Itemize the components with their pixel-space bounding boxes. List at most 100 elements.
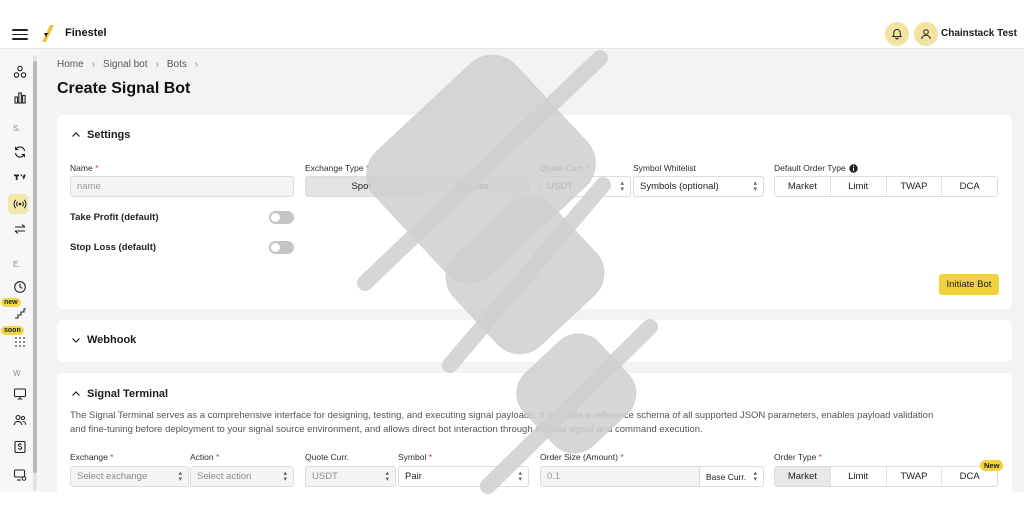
order-type-market[interactable]: Market: [775, 177, 831, 196]
settings-card: Settings Name * name Exchange Type * Spo…: [57, 115, 1012, 309]
users-icon[interactable]: [12, 412, 28, 428]
breadcrumb: Home › Signal bot › Bots ›: [57, 59, 206, 70]
initiate-bot-button[interactable]: Initiate Bot: [939, 274, 999, 295]
chevron-right-icon: ›: [155, 59, 159, 70]
sync-icon[interactable]: [12, 144, 28, 160]
exchange-type-futures[interactable]: Futures: [417, 177, 528, 196]
stairs-icon[interactable]: [12, 305, 28, 321]
select-arrows-icon: ▴ ▾: [753, 179, 757, 193]
exchange-type-spot[interactable]: Spot: [306, 177, 418, 196]
default-order-type-toggle: Market Limit TWAP DCA: [774, 176, 998, 197]
take-profit-toggle[interactable]: [269, 211, 294, 224]
signal-terminal-title: Signal Terminal: [87, 388, 169, 400]
terminal-symbol-value: Pair: [405, 471, 422, 482]
bell-icon: [891, 28, 903, 40]
terminal-quote-value: USDT: [312, 471, 338, 482]
terminal-symbol-select[interactable]: Pair ▴ ▾: [398, 466, 529, 487]
select-arrows-icon: ▴ ▾: [178, 469, 182, 483]
quote-currency-label: Quote Curr. *: [540, 163, 590, 173]
main-content: Home › Signal bot › Bots › Create Signal…: [40, 49, 1024, 492]
terminal-order-type-toggle: Market Limit TWAP DCA: [774, 466, 998, 487]
settings-header[interactable]: Settings: [71, 129, 130, 141]
user-name[interactable]: Chainstack Test: [941, 28, 1017, 39]
finestel-logo: [42, 25, 54, 42]
terminal-quote-select[interactable]: USDT ▴ ▾: [305, 466, 396, 487]
base-currency-value: Base Curr.: [706, 471, 747, 482]
breadcrumb-home[interactable]: Home: [57, 59, 84, 70]
page-title: Create Signal Bot: [57, 80, 191, 97]
brand-name: Finestel: [65, 27, 107, 39]
chevron-down-icon: [72, 338, 80, 343]
sidebar-section-label: E.: [13, 260, 21, 269]
menu-icon[interactable]: [12, 26, 28, 40]
monitor-settings-icon[interactable]: [12, 467, 28, 483]
terminal-order-type-twap[interactable]: TWAP: [886, 467, 943, 486]
chevron-up-icon: [72, 391, 80, 396]
webhook-card: Webhook: [57, 320, 1012, 362]
sidebar: S. E. new soon W: [0, 49, 40, 492]
app-frame: Finestel Chainstack Test S. E. new soon …: [0, 18, 1024, 492]
terminal-symbol-label: Symbol *: [398, 452, 433, 462]
terminal-quote-label: Quote Curr.: [305, 452, 349, 462]
transfer-icon[interactable]: [12, 221, 28, 237]
signal-terminal-description: The Signal Terminal serves as a comprehe…: [70, 410, 934, 435]
nodes-icon[interactable]: [12, 64, 28, 80]
select-arrows-icon: ▴ ▾: [385, 469, 389, 483]
settings-title: Settings: [87, 129, 131, 141]
monitor-icon[interactable]: [12, 386, 28, 402]
grid-icon[interactable]: [12, 333, 28, 349]
chevron-up-icon: [72, 132, 80, 137]
stop-loss-label: Stop Loss (default): [70, 242, 157, 253]
breadcrumb-signal-bot[interactable]: Signal bot: [103, 59, 147, 70]
dollar-icon[interactable]: [12, 439, 28, 455]
webhook-title: Webhook: [87, 334, 137, 346]
symbol-whitelist-select[interactable]: Symbols (optional) ▴ ▾: [633, 176, 764, 197]
select-arrows-icon: ▴ ▾: [753, 469, 757, 483]
sidebar-section-label: W: [13, 369, 21, 378]
terminal-action-select[interactable]: Select action ▴ ▾: [190, 466, 294, 487]
base-currency-select[interactable]: Base Curr. ▴ ▾: [699, 466, 764, 487]
chevron-right-icon: ›: [91, 59, 96, 70]
top-bar: Finestel Chainstack Test: [0, 18, 1024, 49]
name-input[interactable]: name: [70, 176, 294, 197]
sidebar-scrollbar[interactable]: [33, 61, 37, 473]
terminal-order-type-limit[interactable]: Limit: [830, 467, 887, 486]
order-type-limit[interactable]: Limit: [830, 177, 887, 196]
terminal-action-value: Select action: [197, 471, 252, 482]
symbol-whitelist-value: Symbols (optional): [640, 181, 719, 192]
order-type-twap[interactable]: TWAP: [886, 177, 943, 196]
signal-terminal-card: Signal Terminal The Signal Terminal serv…: [57, 373, 1012, 492]
terminal-exchange-label: Exchange *: [70, 452, 114, 462]
chevron-right-icon: ›: [194, 59, 199, 70]
signal-terminal-header[interactable]: Signal Terminal: [71, 388, 168, 400]
name-label: Name *: [70, 163, 99, 173]
notifications-button[interactable]: [885, 22, 909, 46]
quote-currency-select[interactable]: USDT ▴ ▾: [540, 176, 631, 197]
bar-chart-icon[interactable]: [12, 90, 28, 106]
terminal-action-label: Action *: [190, 452, 220, 462]
webhook-header[interactable]: Webhook: [71, 334, 136, 346]
terminal-exchange-value: Select exchange: [77, 471, 148, 482]
info-icon[interactable]: [848, 163, 858, 173]
terminal-order-type-label: Order Type *: [774, 452, 823, 462]
select-arrows-icon: ▴ ▾: [518, 469, 522, 483]
terminal-order-type-market[interactable]: Market: [775, 467, 831, 486]
quote-currency-value: USDT: [547, 181, 573, 192]
breadcrumb-bots[interactable]: Bots: [167, 59, 187, 70]
new-badge: New: [980, 460, 1004, 471]
trading-view-icon[interactable]: [12, 169, 28, 185]
avatar[interactable]: [914, 22, 938, 46]
exchange-type-label: Exchange Type *: [305, 163, 370, 173]
stop-loss-toggle[interactable]: [269, 241, 294, 254]
order-size-input[interactable]: 0.1: [540, 466, 700, 487]
select-arrows-icon: ▴ ▾: [620, 179, 624, 193]
user-icon: [921, 29, 931, 40]
history-icon[interactable]: [12, 279, 28, 295]
symbol-whitelist-label: Symbol Whitelist: [633, 163, 696, 173]
signal-icon[interactable]: [12, 196, 28, 212]
order-type-dca[interactable]: DCA: [942, 177, 997, 196]
sidebar-section-label: S.: [13, 124, 21, 133]
order-size-label: Order Size (Amount) *: [540, 452, 624, 462]
terminal-exchange-select[interactable]: Select exchange ▴ ▾: [70, 466, 189, 487]
take-profit-label: Take Profit (default): [70, 212, 159, 223]
